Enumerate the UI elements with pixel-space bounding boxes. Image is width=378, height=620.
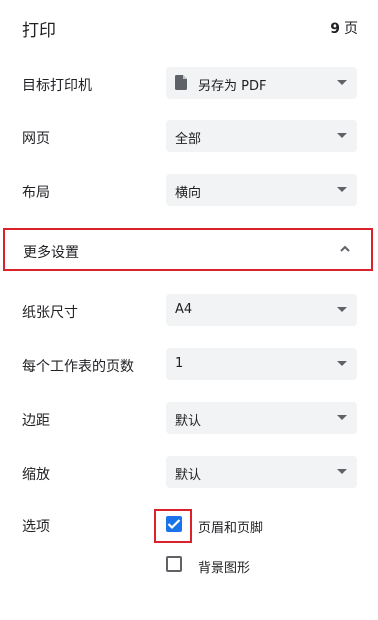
destination-select[interactable]: 另存为 PDF (166, 67, 357, 99)
chevron-down-icon (337, 80, 347, 85)
scale-row: 缩放 默认 (0, 456, 378, 490)
paper-size-row: 纸张尺寸 A4 (0, 294, 378, 328)
paper-size-label: 纸张尺寸 (22, 305, 78, 321)
layout-label: 布局 (22, 185, 50, 201)
pages-per-sheet-value: 1 (175, 356, 184, 371)
page-count-unit: 页 (344, 21, 358, 37)
pages-per-sheet-label: 每个工作表的页数 (22, 359, 134, 375)
chevron-down-icon (337, 469, 347, 474)
scale-select[interactable]: 默认 (166, 456, 357, 488)
chevron-down-icon (337, 415, 347, 420)
more-settings-label: 更多设置 (23, 245, 79, 261)
background-graphics-checkbox[interactable] (166, 556, 182, 572)
headers-footers-checkbox[interactable] (166, 516, 182, 532)
print-header: 打印 9页 (0, 0, 378, 56)
pages-value: 全部 (175, 132, 202, 147)
file-icon (175, 75, 187, 90)
pages-per-sheet-row: 每个工作表的页数 1 (0, 348, 378, 382)
chevron-up-icon (340, 245, 350, 252)
chevron-down-icon (337, 133, 347, 138)
margins-row: 边距 默认 (0, 402, 378, 436)
pages-select[interactable]: 全部 (166, 120, 357, 152)
margins-label: 边距 (22, 413, 50, 429)
page-count-number: 9 (330, 21, 340, 37)
scale-label: 缩放 (22, 467, 50, 483)
paper-size-select[interactable]: A4 (166, 294, 357, 326)
chevron-down-icon (337, 307, 347, 312)
pages-per-sheet-select[interactable]: 1 (166, 348, 357, 380)
headers-footers-option[interactable]: 页眉和页脚 (0, 514, 378, 538)
background-graphics-label: 背景图形 (198, 561, 251, 576)
layout-row: 布局 横向 (0, 174, 378, 208)
background-graphics-option[interactable]: 背景图形 (0, 554, 378, 578)
checkmark-icon (167, 519, 181, 530)
print-title: 打印 (22, 21, 56, 41)
chevron-down-icon (337, 361, 347, 366)
chevron-down-icon (337, 187, 347, 192)
margins-select[interactable]: 默认 (166, 402, 357, 434)
destination-value: 另存为 PDF (198, 79, 267, 94)
destination-row: 目标打印机 另存为 PDF (0, 67, 378, 101)
scale-value: 默认 (175, 468, 202, 483)
page-count: 9页 (330, 18, 358, 38)
headers-footers-label: 页眉和页脚 (198, 521, 264, 536)
destination-label: 目标打印机 (22, 78, 92, 94)
pages-label: 网页 (22, 131, 50, 147)
layout-value: 横向 (175, 186, 202, 201)
paper-size-value: A4 (175, 302, 193, 317)
layout-select[interactable]: 横向 (166, 174, 357, 206)
more-settings-toggle[interactable]: 更多设置 (3, 228, 373, 271)
pages-row: 网页 全部 (0, 120, 378, 154)
margins-value: 默认 (175, 414, 202, 429)
